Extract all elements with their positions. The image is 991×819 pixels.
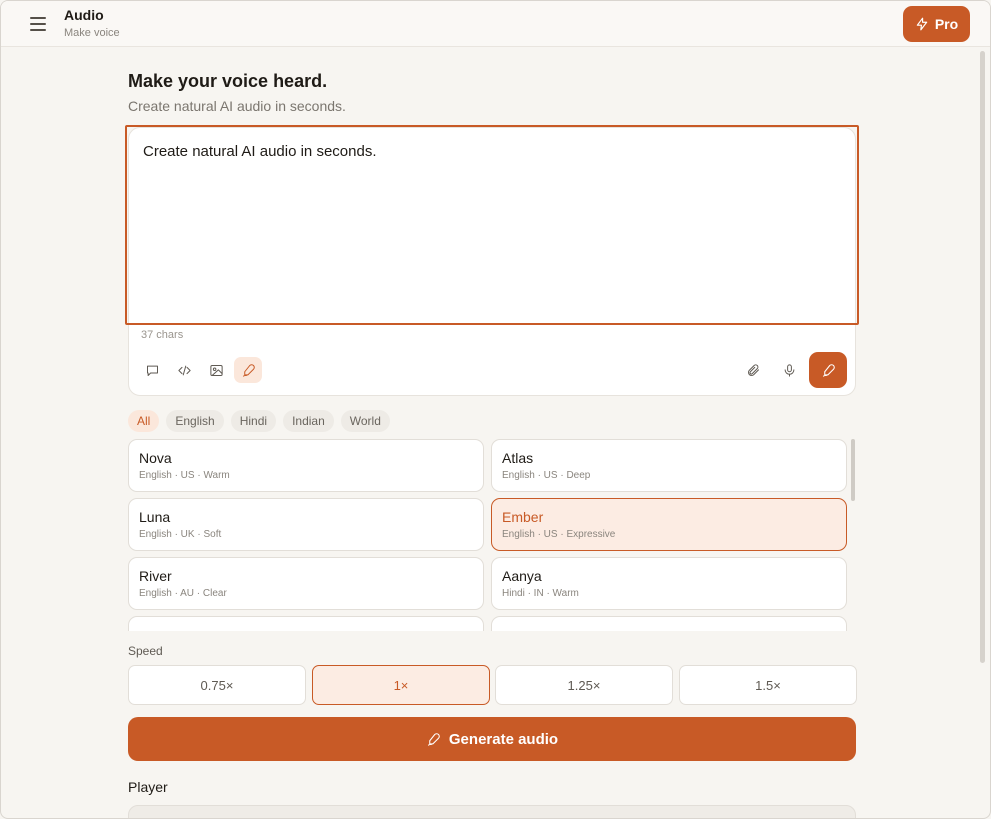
page-title: Make your voice heard. bbox=[128, 71, 328, 91]
voice-list: Nova English · US · Warm Atlas English · US… bbox=[128, 439, 848, 631]
app-title: Audio bbox=[64, 7, 104, 23]
speed-option[interactable]: 1.25× bbox=[495, 665, 673, 705]
image-icon[interactable] bbox=[202, 357, 230, 383]
chat-icon[interactable] bbox=[138, 357, 166, 383]
language-filters: All English Hindi Indian World bbox=[128, 410, 390, 432]
voice-meta: English · US · Deep bbox=[502, 470, 591, 481]
speed-option[interactable]: 1.5× bbox=[679, 665, 857, 705]
generate-audio-button[interactable]: Generate audio bbox=[128, 717, 856, 761]
speed-option[interactable]: 1× bbox=[312, 665, 490, 705]
text-input[interactable] bbox=[125, 125, 859, 325]
generate-audio-label: Generate audio bbox=[448, 730, 559, 748]
filter-chip-world[interactable]: World bbox=[340, 410, 390, 432]
app-window: Audio Make voice Pro Make your voice hea… bbox=[0, 0, 991, 819]
speed-label: Speed bbox=[128, 644, 163, 658]
menu-icon[interactable] bbox=[23, 12, 53, 36]
code-icon[interactable] bbox=[170, 357, 198, 383]
page-scrollbar[interactable] bbox=[980, 51, 985, 663]
voice-meta: English · US · Warm bbox=[139, 470, 230, 481]
voice-card-atlas[interactable]: Atlas English · US · Deep bbox=[491, 439, 847, 492]
voice-list-scrollbar[interactable] bbox=[851, 439, 855, 501]
app-subtitle: Make voice bbox=[64, 27, 120, 39]
voice-meta: Hindi · IN · Warm bbox=[502, 588, 579, 599]
voice-card-partial[interactable] bbox=[128, 616, 484, 631]
voice-pen-icon bbox=[427, 732, 440, 746]
speed-option[interactable]: 0.75× bbox=[128, 665, 306, 705]
voice-card-luna[interactable]: Luna English · UK · Soft bbox=[128, 498, 484, 551]
filter-chip-all[interactable]: All bbox=[128, 410, 160, 432]
voice-card-river[interactable]: River English · AU · Clear bbox=[128, 557, 484, 610]
filter-chip-english[interactable]: English bbox=[166, 410, 224, 432]
voice-meta: English · AU · Clear bbox=[139, 588, 227, 599]
voice-name: Luna bbox=[139, 509, 171, 525]
pro-button[interactable]: Pro bbox=[903, 6, 970, 42]
audio-player[interactable] bbox=[128, 805, 856, 818]
player-label: Player bbox=[128, 779, 168, 795]
voice-name: River bbox=[139, 568, 172, 584]
voice-name: Atlas bbox=[502, 450, 534, 466]
voice-card-ember[interactable]: Ember English · US · Expressive bbox=[491, 498, 847, 551]
voice-meta: English · US · Expressive bbox=[502, 529, 616, 540]
voice-pen-icon bbox=[822, 363, 835, 377]
voice-name: Nova bbox=[139, 450, 172, 466]
voice-meta: English · UK · Soft bbox=[139, 529, 222, 540]
page-subtitle: Create natural AI audio in seconds. bbox=[128, 98, 346, 114]
microphone-icon[interactable] bbox=[775, 357, 803, 383]
top-bar: Audio Make voice Pro bbox=[1, 1, 990, 47]
paperclip-icon[interactable] bbox=[739, 357, 767, 383]
generate-voice-button[interactable] bbox=[809, 352, 847, 388]
voice-card-nova[interactable]: Nova English · US · Warm bbox=[128, 439, 484, 492]
filter-chip-indian[interactable]: Indian bbox=[283, 410, 334, 432]
lightning-icon bbox=[916, 17, 928, 31]
voice-card-aanya[interactable]: Aanya Hindi · IN · Warm bbox=[491, 557, 847, 610]
voice-name: Ember bbox=[502, 509, 544, 525]
voice-card-partial[interactable] bbox=[491, 616, 847, 631]
pro-label: Pro bbox=[934, 16, 959, 32]
voice-name: Aanya bbox=[502, 568, 542, 584]
char-count: 37 chars bbox=[141, 329, 184, 341]
filter-chip-hindi[interactable]: Hindi bbox=[230, 410, 277, 432]
voice-pen-icon[interactable] bbox=[234, 357, 262, 383]
